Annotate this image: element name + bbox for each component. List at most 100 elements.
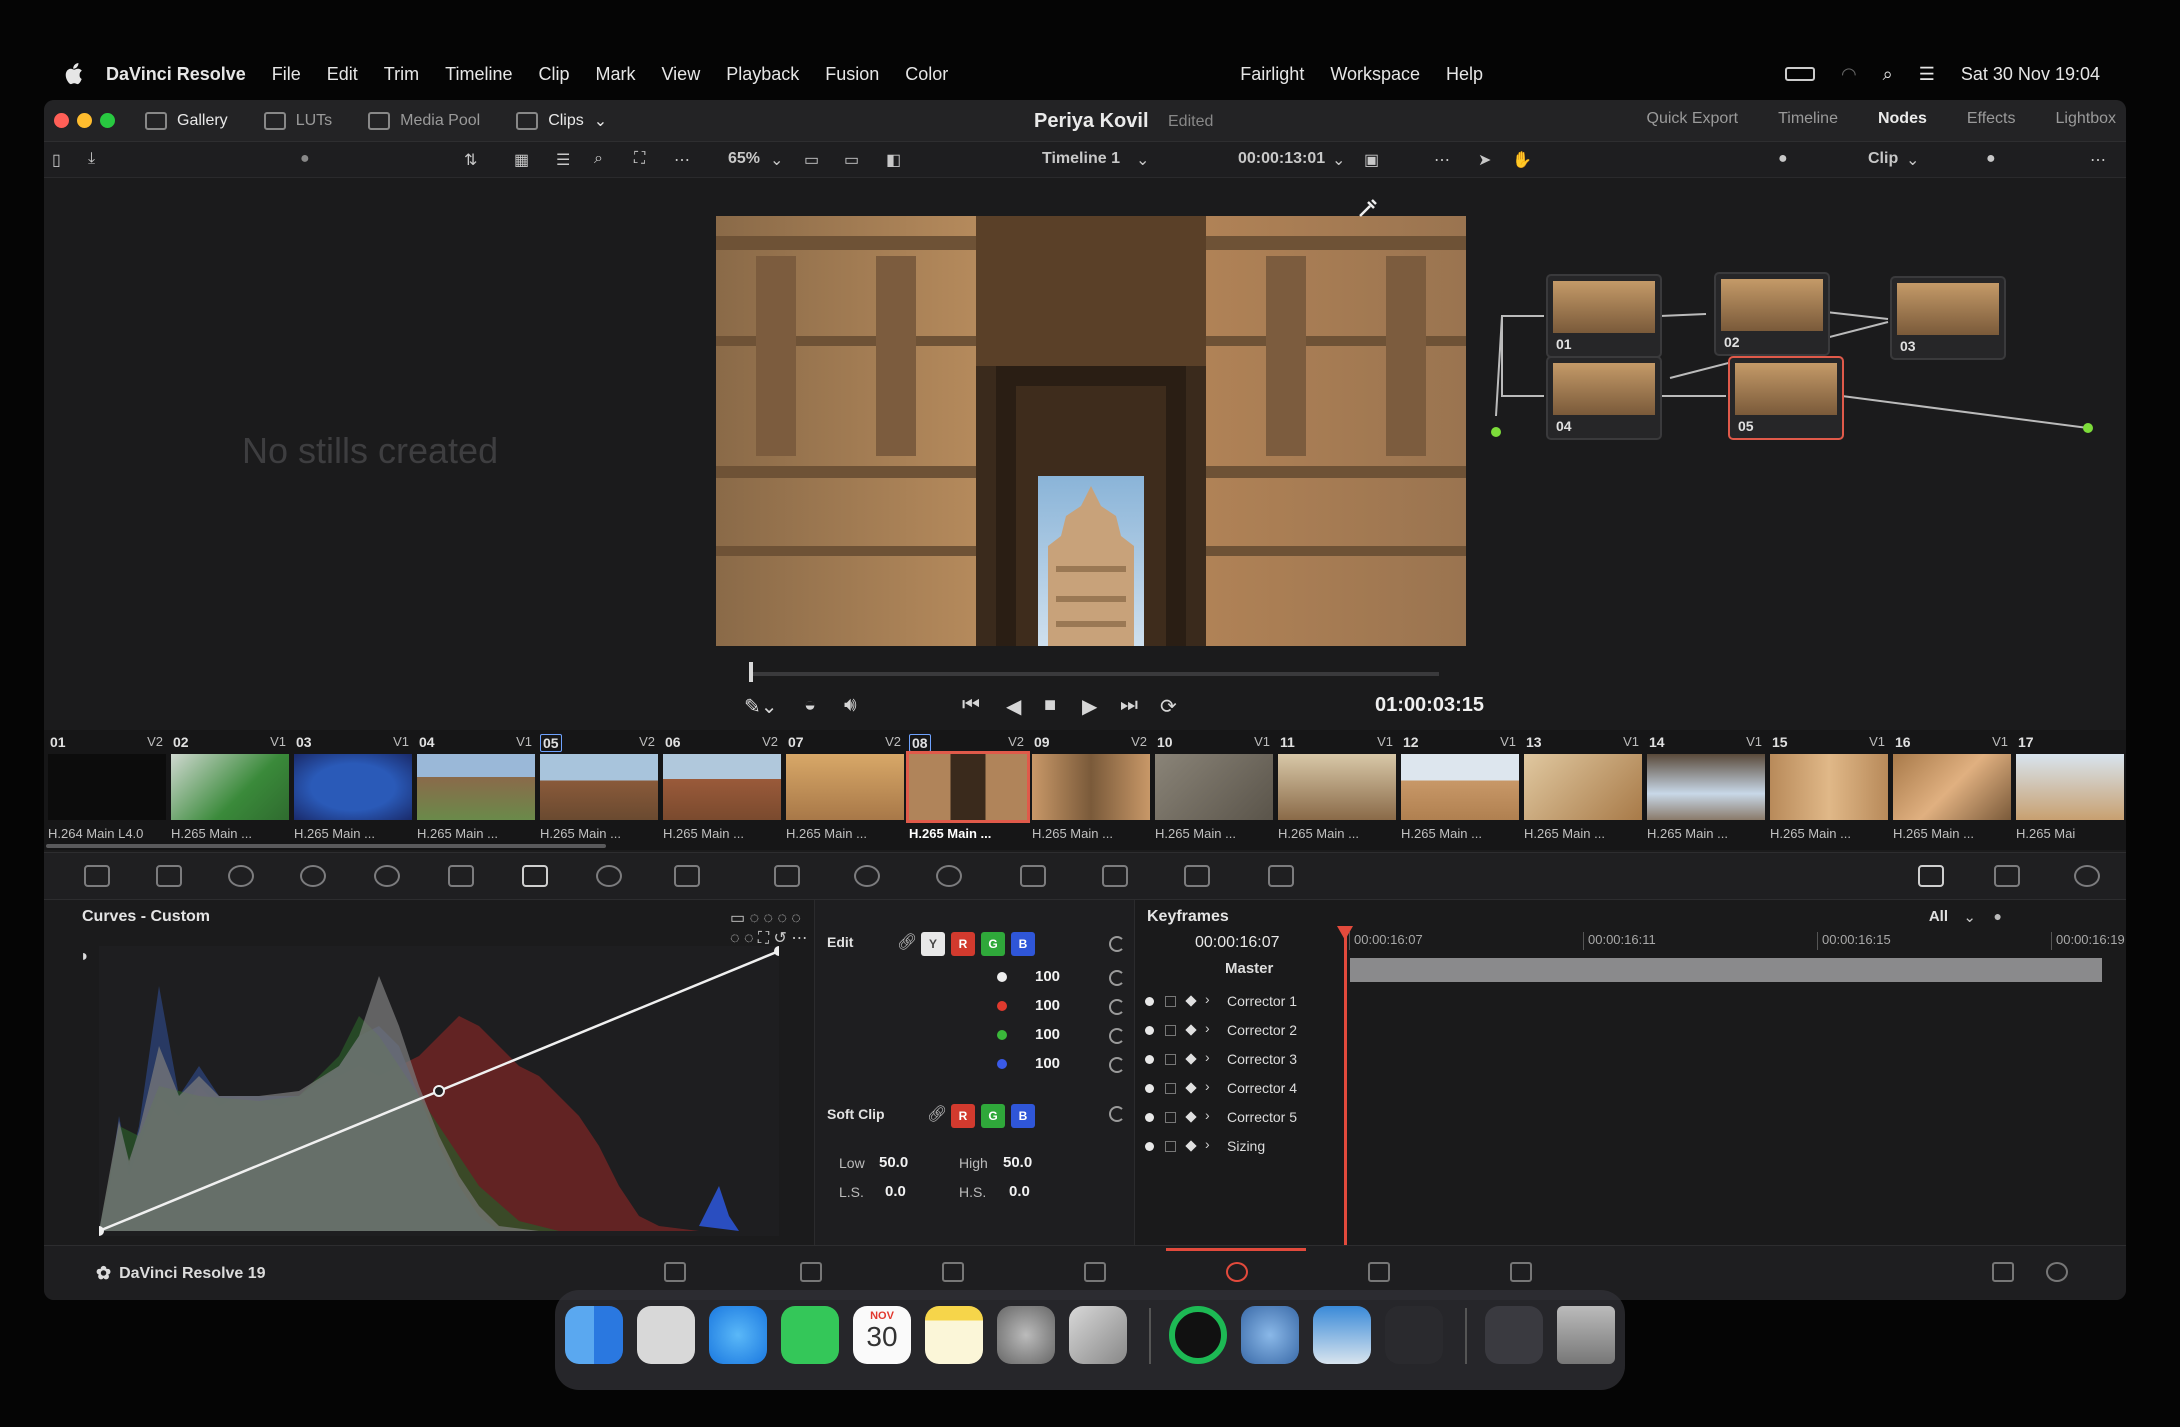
calendar-icon[interactable]: NOV 30 xyxy=(853,1306,911,1364)
fusion-page-icon[interactable] xyxy=(1084,1262,1106,1282)
info-icon[interactable] xyxy=(2074,865,2100,887)
go-to-last-frame-button[interactable]: ⏭︎ xyxy=(1120,694,1138,717)
keyframe-row-corrector-1[interactable]: › Corrector 1 xyxy=(1145,988,2095,1016)
enable-dot-icon[interactable] xyxy=(1145,1084,1154,1093)
node-graph[interactable]: 01 02 03 04 05 xyxy=(1474,216,2114,636)
notes-icon[interactable] xyxy=(925,1306,983,1364)
channel-g-chip[interactable]: G xyxy=(981,932,1005,956)
viewer-mode-icon[interactable]: ▣ xyxy=(1364,150,1379,170)
control-center-icon[interactable]: ☰ xyxy=(1919,64,1935,85)
color-wheels-icon[interactable] xyxy=(228,865,254,887)
downloads-folder-icon[interactable] xyxy=(1485,1306,1543,1364)
keyframe-row-corrector-4[interactable]: › Corrector 4 xyxy=(1145,1075,2095,1103)
preview-icon[interactable] xyxy=(1241,1306,1299,1364)
screenshot-icon[interactable] xyxy=(1313,1306,1371,1364)
iphone-mirroring-icon[interactable] xyxy=(1069,1306,1127,1364)
viewer-zoom-select[interactable]: 65% xyxy=(728,150,760,168)
zoom-window-button[interactable] xyxy=(100,113,115,128)
loop-button[interactable]: ⟳ xyxy=(1160,694,1177,719)
spotify-icon[interactable] xyxy=(1169,1306,1227,1364)
keyframe-diamond-icon[interactable] xyxy=(1185,1140,1197,1152)
channel-r-chip[interactable]: R xyxy=(951,932,975,956)
clip-01[interactable]: 01 V2 H.264 Main L4.0 xyxy=(46,730,169,846)
chevron-right-icon[interactable]: › xyxy=(1205,1107,1210,1123)
menu-help[interactable]: Help xyxy=(1446,64,1483,85)
ls-value[interactable]: 0.0 xyxy=(885,1183,906,1200)
facetime-icon[interactable] xyxy=(781,1306,839,1364)
more-options-icon[interactable]: ⋯ xyxy=(1434,150,1450,170)
lock-icon[interactable] xyxy=(1165,996,1176,1007)
edit-page-icon[interactable] xyxy=(942,1262,964,1282)
hs-value[interactable]: 0.0 xyxy=(1009,1183,1030,1200)
keyframe-row-corrector-3[interactable]: › Corrector 3 xyxy=(1145,1046,2095,1074)
cut-page-icon[interactable] xyxy=(800,1262,822,1282)
motion-effects-icon[interactable] xyxy=(448,865,474,887)
chevron-right-icon[interactable]: › xyxy=(1205,1049,1210,1065)
more-options-icon[interactable]: ⋯ xyxy=(674,150,690,170)
camera-raw-icon[interactable] xyxy=(84,865,110,887)
compare-icon[interactable]: ◧ xyxy=(886,150,901,170)
launchpad-icon[interactable] xyxy=(637,1306,695,1364)
tab-clips[interactable]: Clips ⌄ xyxy=(516,111,607,131)
node-mode-select[interactable]: Clip xyxy=(1868,150,1898,168)
settings-gear-icon[interactable] xyxy=(2046,1262,2068,1282)
nodes-toggle-button[interactable]: Nodes xyxy=(1878,110,1927,128)
high-value[interactable]: 50.0 xyxy=(1003,1154,1032,1171)
softclip-g-chip[interactable]: G xyxy=(981,1104,1005,1128)
menu-workspace[interactable]: Workspace xyxy=(1330,64,1420,85)
trash-icon[interactable] xyxy=(1557,1306,1615,1364)
menu-playback[interactable]: Playback xyxy=(726,64,799,85)
color-page-icon[interactable] xyxy=(1226,1262,1248,1282)
keyframes-playhead-handle[interactable] xyxy=(1337,926,1353,940)
clip-06[interactable]: 06 V2 H.265 Main ... xyxy=(661,730,784,846)
clip-14[interactable]: 14 V1 H.265 Main ... xyxy=(1645,730,1768,846)
chevron-right-icon[interactable]: › xyxy=(1205,1078,1210,1094)
eyedropper-icon[interactable]: ✎⌄ xyxy=(744,694,778,719)
curve-editor[interactable] xyxy=(99,946,779,1236)
key-icon[interactable] xyxy=(1102,865,1128,887)
viewer-scrub-bar[interactable] xyxy=(749,672,1439,676)
tab-gallery[interactable]: Gallery xyxy=(145,111,228,130)
keyframes-panel-icon[interactable] xyxy=(1918,865,1944,887)
lock-icon[interactable] xyxy=(1165,1083,1176,1094)
menu-clip[interactable]: Clip xyxy=(538,64,569,85)
play-reverse-button[interactable]: ◀︎ xyxy=(1006,694,1021,719)
reset-icon[interactable] xyxy=(1109,1106,1125,1122)
deliver-page-icon[interactable] xyxy=(1510,1262,1532,1282)
close-window-button[interactable] xyxy=(54,113,69,128)
reset-icon[interactable] xyxy=(1109,999,1125,1015)
enable-dot-icon[interactable] xyxy=(1145,1113,1154,1122)
clip-strip-scrollbar[interactable] xyxy=(46,844,606,848)
node-03[interactable]: 03 xyxy=(1890,276,2006,360)
sizing-icon[interactable] xyxy=(1184,865,1210,887)
scopes-icon[interactable] xyxy=(1994,865,2020,887)
fairlight-page-icon[interactable] xyxy=(1368,1262,1390,1282)
menu-edit[interactable]: Edit xyxy=(327,64,358,85)
home-icon[interactable] xyxy=(1992,1262,2014,1282)
keyframe-diamond-icon[interactable] xyxy=(1185,1111,1197,1123)
keyframe-diamond-icon[interactable] xyxy=(1185,1053,1197,1065)
clip-16[interactable]: 16 V1 H.265 Main ... xyxy=(1891,730,2014,846)
channel-b-chip[interactable]: B xyxy=(1011,932,1035,956)
import-still-icon[interactable]: ⤓ xyxy=(88,150,95,168)
window-icon[interactable] xyxy=(854,865,880,887)
battery-icon[interactable] xyxy=(1784,67,1815,81)
play-button[interactable]: ▶︎ xyxy=(1082,694,1097,719)
finder-icon[interactable] xyxy=(565,1306,623,1364)
chevron-right-icon[interactable]: › xyxy=(1205,991,1210,1007)
color-match-icon[interactable] xyxy=(156,865,182,887)
apple-icon[interactable] xyxy=(62,62,84,86)
menu-mark[interactable]: Mark xyxy=(596,64,636,85)
menu-view[interactable]: View xyxy=(662,64,701,85)
clip-10[interactable]: 10 V1 H.265 Main ... xyxy=(1153,730,1276,846)
clip-13[interactable]: 13 V1 H.265 Main ... xyxy=(1522,730,1645,846)
luma-intensity-value[interactable]: 100 xyxy=(1035,968,1060,985)
menu-timeline[interactable]: Timeline xyxy=(445,64,512,85)
go-to-first-frame-button[interactable]: ⏮︎ xyxy=(962,694,980,717)
green-intensity-value[interactable]: 100 xyxy=(1035,1026,1060,1043)
keyframe-row-corrector-2[interactable]: › Corrector 2 xyxy=(1145,1017,2095,1045)
menu-fusion[interactable]: Fusion xyxy=(825,64,879,85)
3d-icon[interactable] xyxy=(1268,865,1294,887)
blue-intensity-value[interactable]: 100 xyxy=(1035,1055,1060,1072)
keyframe-diamond-icon[interactable] xyxy=(1185,1082,1197,1094)
